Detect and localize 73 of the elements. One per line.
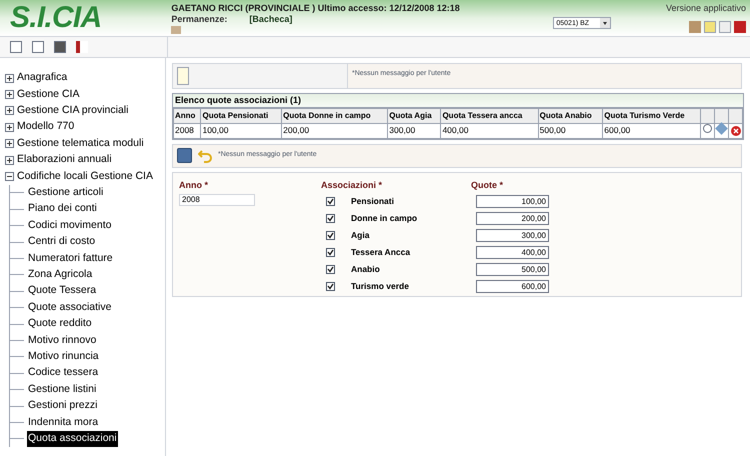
checkbox[interactable] — [326, 231, 335, 240]
menu-item[interactable]: Gestioni prezzi — [27, 398, 98, 414]
checkbox[interactable] — [326, 197, 335, 206]
table-cell: 100,00 — [200, 124, 282, 138]
column-header: Anno — [174, 108, 201, 124]
quota-input[interactable]: 600,00 — [476, 280, 549, 293]
menu-item[interactable]: Quota associazioni — [27, 430, 118, 447]
expand-icon[interactable] — [5, 106, 14, 116]
quota-input[interactable]: 100,00 — [476, 195, 549, 208]
menu-item[interactable]: Modello 770 — [17, 119, 74, 136]
menu-item[interactable]: Centri di costo — [27, 234, 96, 250]
menu-item[interactable]: Gestione CIA provinciali — [17, 103, 128, 119]
menu-item[interactable]: Quote Tessera — [27, 283, 98, 300]
association-name: Turismo verde — [351, 280, 409, 293]
expand-icon[interactable] — [5, 122, 14, 132]
menu-item[interactable]: Piano dei conti — [27, 201, 98, 218]
quota-input[interactable]: 400,00 — [476, 246, 549, 259]
user-info: GAETANO RICCI (PROVINCIALE ) Ultimo accesso: 12/12/2008 12:18 — [171, 3, 461, 14]
field-label: Associazioni * — [321, 178, 384, 192]
menu-item[interactable]: Indennita mora — [27, 414, 100, 430]
association-name: Anabio — [351, 263, 380, 276]
association-name: Pensionati — [351, 195, 394, 208]
menu-item[interactable]: Zona Agricola — [27, 267, 94, 283]
field-label: Quote * — [471, 178, 504, 192]
expand-icon[interactable] — [5, 90, 14, 100]
table-cell: 400,00 — [440, 124, 538, 138]
table-cell: 200,00 — [282, 124, 388, 138]
column-header: Quota Agia — [388, 108, 441, 124]
menu-item[interactable]: Elaborazioni annuali — [17, 152, 112, 168]
menu-item[interactable]: Motivo rinuncia — [27, 348, 100, 365]
menu-item[interactable]: Codici movimento — [27, 218, 112, 234]
collapse-icon[interactable] — [5, 172, 14, 182]
table-cell: 600,00 — [602, 124, 700, 138]
menu-item[interactable]: Quote associative — [27, 300, 112, 316]
expand-icon[interactable] — [5, 139, 14, 148]
field-label: Anno * — [179, 178, 209, 192]
menu-item[interactable]: Gestione listini — [27, 382, 98, 398]
quota-input[interactable]: 200,00 — [476, 212, 549, 225]
menu-item[interactable]: Quote reddito — [27, 316, 93, 332]
quota-input[interactable]: 500,00 — [476, 263, 549, 276]
menu-item[interactable]: Codifiche locali Gestione CIA — [17, 168, 153, 184]
table-title: Elenco quote associazioni (1) — [175, 94, 302, 107]
quota-input[interactable]: 300,00 — [476, 229, 549, 242]
column-header: Quota Anabio — [538, 108, 603, 124]
column-header: Quota Turismo Verde — [602, 108, 700, 124]
table-cell: 300,00 — [388, 124, 441, 138]
column-header: Quota Pensionati — [200, 108, 282, 124]
menu-item[interactable]: Gestione telematica moduli — [17, 136, 144, 152]
permanenze-value: [Bacheca] — [249, 14, 292, 25]
permanenze-label: Permanenze: — [171, 14, 228, 25]
table-cell: 500,00 — [538, 124, 603, 138]
expand-icon[interactable] — [5, 156, 14, 165]
menu-item[interactable]: Gestione CIA — [17, 86, 80, 102]
column-header: Quota Tessera ancca — [440, 108, 538, 124]
menu-item[interactable]: Numeratori fatture — [27, 250, 114, 266]
association-name: Donne in campo — [351, 212, 418, 225]
association-name: Tessera Ancca — [351, 246, 410, 259]
delete-icon[interactable] — [730, 126, 740, 136]
year-input[interactable]: 2008 — [179, 194, 255, 206]
version-label: Versione applicativo — [666, 3, 746, 14]
menu-item[interactable]: Motivo rinnovo — [27, 332, 98, 348]
menu-item[interactable]: Codice tessera — [27, 365, 100, 382]
table-cell: 2008 — [174, 124, 201, 138]
checkbox[interactable] — [326, 282, 335, 291]
logo: S.I.CIA — [10, 3, 102, 33]
checkbox[interactable] — [326, 265, 335, 274]
checkbox[interactable] — [326, 248, 335, 257]
expand-icon[interactable] — [5, 74, 14, 83]
association-name: Agia — [351, 229, 370, 242]
menu-item[interactable]: Gestione articoli — [27, 185, 104, 201]
menu-item[interactable]: Anagrafica — [17, 70, 68, 86]
checkbox[interactable] — [326, 214, 335, 223]
column-header: Quota Donne in campo — [282, 108, 388, 124]
